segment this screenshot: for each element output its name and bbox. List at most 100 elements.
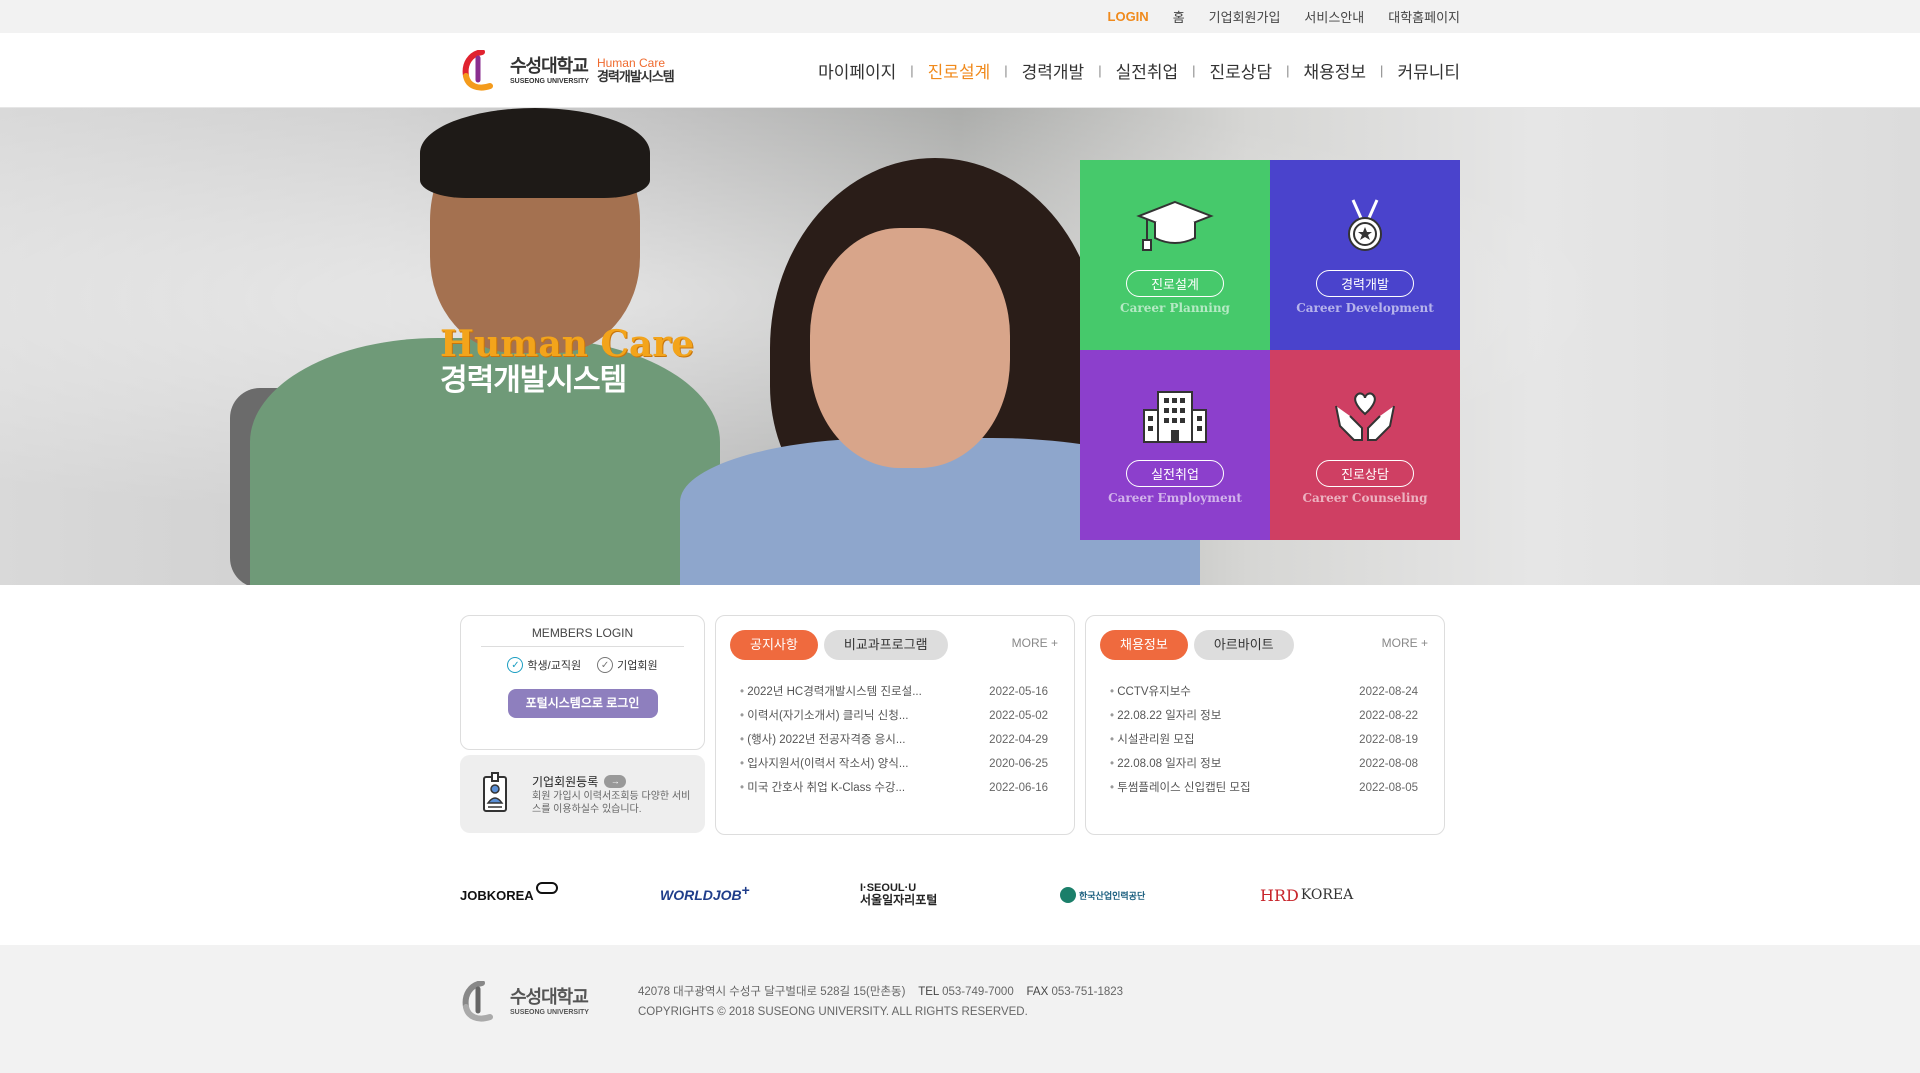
- footer-fax-label: FAX: [1026, 986, 1049, 998]
- partner-links: JOBKOREA WORLDJOB + I·SEOUL·U 서울일자리포털 한국…: [460, 875, 1460, 915]
- list-item-title: 이력서(자기소개서) 클리닉 신청...: [740, 704, 945, 728]
- members-login-title: MEMBERS LOGIN: [481, 626, 684, 647]
- nav-employment[interactable]: 실전취업: [1116, 58, 1179, 83]
- building-icon: [1143, 391, 1207, 443]
- nav-career-development[interactable]: 경력개발: [1022, 58, 1085, 83]
- list-item[interactable]: 2022년 HC경력개발시스템 진로설... 2022-05-16: [740, 680, 1048, 704]
- footer-address: 42078 대구광역시 수성구 달구벌대로 528길 15(만촌동): [638, 986, 906, 998]
- member-type-radios: ✓ 학생/교직원 ✓ 기업회원: [461, 657, 704, 673]
- tab-notice[interactable]: 공지사항: [730, 630, 818, 660]
- hero-photo-student-female-face: [810, 228, 1010, 468]
- list-item[interactable]: 입사지원서(이력서 작소서) 양식... 2020-06-25: [740, 752, 1048, 776]
- nav-divider: |: [1098, 63, 1102, 78]
- arrow-right-icon: →: [604, 775, 627, 788]
- nav-career-planning[interactable]: 진로설계: [928, 58, 991, 83]
- hero-banner: Human Care 경력개발시스템 진로설계 Career Planning …: [0, 108, 1920, 585]
- nav-divider: |: [1192, 63, 1196, 78]
- corp-register-box[interactable]: 기업회원등록 → 회원 가입시 이력서조회등 다양한 서비스를 이용하실수 있습…: [460, 755, 705, 833]
- site-header: 수성대학교 SUSEONG UNIVERSITY Human Care 경력개발…: [0, 33, 1920, 108]
- nav-counseling[interactable]: 진로상담: [1210, 58, 1273, 83]
- list-item-date: 2022-08-19: [1359, 734, 1418, 746]
- tile-english-label: Career Development: [1296, 301, 1434, 315]
- list-item[interactable]: CCTV유지보수 2022-08-24: [1110, 680, 1418, 704]
- tile-label: 진로상담: [1316, 460, 1414, 487]
- list-item-date: 2022-08-08: [1359, 758, 1418, 770]
- footer-fax: 053-751-1823: [1051, 986, 1124, 998]
- footer-logo-korean-name: 수성대학교: [510, 987, 589, 1007]
- tile-label: 진로설계: [1126, 270, 1224, 297]
- list-item-date: 2022-08-24: [1359, 686, 1418, 698]
- partner-worldjob[interactable]: WORLDJOB +: [660, 875, 750, 915]
- list-item[interactable]: 22.08.22 일자리 정보 2022-08-22: [1110, 704, 1418, 728]
- partner-hrd-korea[interactable]: HRD KOREA: [1260, 875, 1353, 915]
- nav-divider: |: [1286, 63, 1290, 78]
- hero-title: Human Care 경력개발시스템: [440, 326, 694, 396]
- radio-student-label: 학생/교직원: [527, 660, 582, 672]
- tab-job-info[interactable]: 채용정보: [1100, 630, 1188, 660]
- tile-career-planning[interactable]: 진로설계 Career Planning: [1080, 160, 1270, 350]
- list-item-date: 2022-05-16: [989, 686, 1048, 698]
- portal-login-button[interactable]: 포털시스템으로 로그인: [507, 689, 658, 718]
- list-item[interactable]: 22.08.08 일자리 정보 2022-08-08: [1110, 752, 1418, 776]
- footer-copyright: COPYRIGHTS © 2018 SUSEONG UNIVERSITY. AL…: [638, 1006, 1028, 1018]
- footer-tel: 053-749-7000: [942, 986, 1014, 998]
- nav-community[interactable]: 커뮤니티: [1397, 58, 1460, 83]
- list-item-title: 22.08.22 일자리 정보: [1110, 704, 1315, 728]
- partner-seoul-job-portal[interactable]: I·SEOUL·U 서울일자리포털: [860, 875, 937, 915]
- site-footer: 수성대학교 SUSEONG UNIVERSITY 42078 대구광역시 수성구…: [0, 945, 1920, 1073]
- logo-mark-icon: [460, 49, 500, 92]
- hero-photo-student-male-hair: [420, 108, 650, 198]
- footer-logo-english-name: SUSEONG UNIVERSITY: [510, 1009, 589, 1016]
- list-item[interactable]: (행사) 2022년 전공자격증 응시... 2022-04-29: [740, 728, 1048, 752]
- worldjob-logo-text: WORLDJOB: [660, 887, 742, 903]
- hero-title-korean: 경력개발시스템: [440, 364, 627, 397]
- notice-board: 공지사항 비교과프로그램 MORE + 2022년 HC경력개발시스템 진로설.…: [715, 615, 1075, 835]
- tile-employment[interactable]: 실전취업 Career Employment: [1080, 350, 1270, 540]
- list-item-date: 2022-08-05: [1359, 782, 1418, 794]
- corp-join-link[interactable]: 기업회원가입: [1209, 7, 1281, 26]
- id-badge-icon: [483, 772, 507, 812]
- quick-menu-tiles: 진로설계 Career Planning 경력개발 Career Develop…: [1080, 160, 1460, 540]
- list-item-title: (행사) 2022년 전공자격증 응시...: [740, 728, 945, 752]
- site-logo[interactable]: 수성대학교 SUSEONG UNIVERSITY Human Care 경력개발…: [460, 49, 675, 93]
- nav-mypage[interactable]: 마이페이지: [818, 58, 896, 83]
- login-link[interactable]: LOGIN: [1108, 9, 1149, 24]
- footer-logo: 수성대학교 SUSEONG UNIVERSITY: [460, 981, 589, 1023]
- partner-jobkorea[interactable]: JOBKOREA: [460, 875, 558, 915]
- service-guide-link[interactable]: 서비스안내: [1304, 7, 1364, 26]
- hero-title-english: Human Care: [440, 323, 695, 365]
- tab-extracurricular[interactable]: 비교과프로그램: [823, 630, 948, 660]
- top-utility-bar: LOGIN 홈 기업회원가입 서비스안내 대학홈페이지: [0, 0, 1920, 33]
- university-home-link[interactable]: 대학홈페이지: [1388, 7, 1460, 26]
- tile-label: 실전취업: [1126, 460, 1224, 487]
- list-item-title: 시설관리원 모집: [1110, 728, 1315, 752]
- tile-career-development[interactable]: 경력개발 Career Development: [1270, 160, 1460, 350]
- medal-icon: [1348, 199, 1382, 251]
- nav-divider: |: [1380, 63, 1384, 78]
- list-item-title: CCTV유지보수: [1110, 680, 1315, 704]
- partner-hrdkorea-org[interactable]: 한국산업인력공단: [1060, 875, 1145, 915]
- home-link[interactable]: 홈: [1173, 7, 1185, 26]
- list-item[interactable]: 시설관리원 모집 2022-08-19: [1110, 728, 1418, 752]
- list-item[interactable]: 이력서(자기소개서) 클리닉 신청... 2022-05-02: [740, 704, 1048, 728]
- radio-corporate[interactable]: ✓ 기업회원: [597, 657, 658, 673]
- nav-job-info[interactable]: 채용정보: [1303, 58, 1366, 83]
- footer-info: 42078 대구광역시 수성구 달구벌대로 528길 15(만촌동) TEL 0…: [638, 982, 1123, 1022]
- nav-divider: |: [910, 63, 914, 78]
- list-item-title: 22.08.08 일자리 정보: [1110, 752, 1315, 776]
- notice-more-link[interactable]: MORE +: [1012, 636, 1058, 650]
- logo-english-name: SUSEONG UNIVERSITY: [510, 78, 589, 85]
- list-item[interactable]: 투썸플레이스 신입캡틴 모집 2022-08-05: [1110, 776, 1418, 800]
- corp-register-title: 기업회원등록: [532, 775, 599, 789]
- list-item-date: 2020-06-25: [989, 758, 1048, 770]
- radio-student[interactable]: ✓ 학생/교직원: [507, 657, 581, 673]
- tab-part-time[interactable]: 아르바이트: [1193, 630, 1294, 660]
- tile-counseling[interactable]: 진로상담 Career Counseling: [1270, 350, 1460, 540]
- seoul-logo-bottom: 서울일자리포털: [860, 893, 938, 908]
- hrdkorea-emblem-icon: [1060, 887, 1076, 903]
- heart-hands-icon: [1335, 392, 1395, 441]
- list-item-date: 2022-05-02: [989, 710, 1048, 722]
- list-item-date: 2022-08-22: [1359, 710, 1418, 722]
- list-item[interactable]: 미국 간호사 취업 K-Class 수강... 2022-06-16: [740, 776, 1048, 800]
- job-more-link[interactable]: MORE +: [1382, 636, 1428, 650]
